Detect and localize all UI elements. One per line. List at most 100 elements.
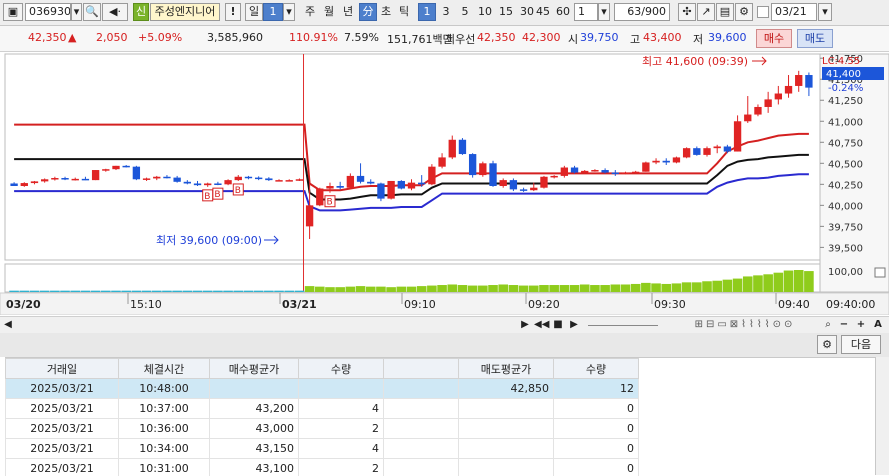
change-percent: +5.09% (138, 31, 182, 44)
volume-bar (203, 291, 213, 292)
zoom-in-icon[interactable]: + (855, 318, 867, 331)
alert-button[interactable]: ! (225, 3, 241, 21)
code-dropdown-icon[interactable]: ▾ (71, 3, 82, 21)
volume-bar (386, 287, 396, 292)
table-cell: 43,100 (210, 459, 299, 476)
table-row[interactable]: 2025/03/2110:36:0043,00020 (6, 419, 639, 439)
play-icon[interactable]: ▶ (568, 318, 580, 331)
zoom-search-icon[interactable]: ⌕ (822, 318, 834, 331)
zoom-tools-icon[interactable]: ⊞⊟▭⊠⌇⌇⌇⌇⊙⊙ (665, 318, 825, 331)
col-sell-avg[interactable]: 매도평균가 (459, 359, 554, 379)
candle-body (500, 180, 507, 186)
table-cell: 2025/03/21 (6, 459, 119, 476)
best-bid-price: 42,300 (522, 31, 561, 44)
candle-body (489, 163, 496, 186)
chart-toolbar: ▣ 036930 ▾ 🔍 ◀· 신 주성엔지니어 ! 일 1 ▾ 주 월 년 分… (0, 0, 889, 26)
tab-month[interactable]: 월 (320, 3, 338, 21)
volume-bar (488, 285, 498, 292)
time-axis-label: 09:40 (778, 298, 810, 311)
draw-tool-icon[interactable]: ↗ (697, 3, 715, 21)
zoom-slider[interactable] (588, 318, 658, 326)
time-axis-label: 03/21 (282, 298, 317, 311)
table-cell: 10:37:00 (119, 399, 210, 419)
volume-bar (712, 281, 722, 292)
col-trade-date[interactable]: 거래일 (6, 359, 119, 379)
table-cell (384, 399, 459, 419)
sound-icon[interactable]: ◀· (102, 3, 128, 21)
sell-button[interactable]: 매도 (797, 29, 833, 48)
volume-bar (244, 291, 254, 292)
trades-vertical-scrollbar[interactable] (875, 357, 889, 475)
candle-body (10, 183, 17, 186)
stock-code-input[interactable]: 036930 (25, 3, 71, 21)
col-sell-qty[interactable]: 수량 (554, 359, 639, 379)
chart-scrollbar[interactable]: ◀ ▶ ◀◀ ■ ▶ ⊞⊟▭⊠⌇⌇⌇⌇⊙⊙ ⌕ − + A (0, 316, 889, 334)
col-buy-avg[interactable]: 매수평균가 (210, 359, 299, 379)
table-row[interactable]: 2025/03/2110:34:0043,15040 (6, 439, 639, 459)
save-icon[interactable]: ▤ (716, 3, 734, 21)
tab-week[interactable]: 주 (301, 3, 319, 21)
custom-interval-input[interactable]: 1 (574, 3, 598, 21)
tab-minute[interactable]: 分 (359, 3, 377, 21)
candle-body (112, 166, 119, 169)
table-row[interactable]: 2025/03/2110:48:0042,85012 (6, 379, 639, 399)
interval-45-button[interactable]: 45 (533, 3, 553, 21)
page-counter-field[interactable]: 63/900 (614, 3, 670, 21)
scroll-left-icon[interactable]: ◀ (3, 318, 13, 331)
period-value-field[interactable]: 1 (263, 3, 283, 21)
volume-bar (19, 291, 29, 292)
period-day-button[interactable]: 일 (245, 3, 263, 21)
interval-1-button[interactable]: 1 (418, 3, 436, 21)
zoom-out-icon[interactable]: − (838, 318, 850, 331)
calendar-icon[interactable]: ▾ (818, 3, 832, 21)
settings-icon[interactable]: ⚙ (735, 3, 753, 21)
date-checkbox[interactable] (757, 6, 769, 18)
table-row[interactable]: 2025/03/2110:37:0043,20040 (6, 399, 639, 419)
candle-body (82, 179, 89, 181)
candle-body (530, 188, 537, 191)
period-dropdown-icon[interactable]: ▾ (283, 3, 295, 21)
candle-body (224, 180, 231, 184)
candle-body (693, 148, 700, 155)
volume-bar (101, 291, 111, 292)
panel-settings-icon[interactable]: ⚙ (817, 335, 837, 354)
volume-bar (274, 291, 284, 292)
candle-body (438, 157, 445, 166)
stop-icon[interactable]: ■ (552, 318, 564, 331)
crosshair-icon[interactable]: ✣ (678, 3, 696, 21)
layout-icon[interactable]: ▣ (3, 3, 23, 21)
candle-body (92, 170, 99, 180)
tab-second[interactable]: 초 (378, 3, 394, 21)
volume-bar (162, 291, 172, 292)
col-exec-time[interactable]: 체결시간 (119, 359, 210, 379)
interval-15-button[interactable]: 15 (496, 3, 516, 21)
col-buy-qty[interactable]: 수량 (299, 359, 384, 379)
interval-3-button[interactable]: 3 (437, 3, 455, 21)
interval-60-button[interactable]: 60 (553, 3, 573, 21)
volume-bar (264, 291, 274, 292)
volume-bar (784, 271, 794, 292)
font-size-icon[interactable]: A (872, 318, 884, 331)
current-price: 42,350 (28, 31, 67, 44)
tab-tick[interactable]: 틱 (395, 3, 413, 21)
next-button[interactable]: 다음 (841, 335, 881, 354)
search-icon[interactable]: 🔍 (83, 3, 101, 21)
custom-interval-dropdown-icon[interactable]: ▾ (598, 3, 610, 21)
scroll-right-icon[interactable]: ▶ (520, 318, 530, 331)
current-price-label: 41,400 (826, 69, 861, 80)
price-chart[interactable]: 41,75041,50041,25041,00040,75040,50040,2… (0, 52, 889, 315)
high-label: 고 (630, 31, 640, 47)
rewind-icon[interactable]: ◀◀ (534, 318, 548, 331)
tab-year[interactable]: 년 (339, 3, 357, 21)
candle-body (357, 176, 364, 182)
interval-5-button[interactable]: 5 (456, 3, 474, 21)
volume-bar (60, 291, 70, 292)
buy-button[interactable]: 매수 (756, 29, 792, 48)
volume-bar (651, 283, 661, 292)
volume-axis-label: 100,00 (828, 267, 863, 278)
volume-bar (50, 291, 60, 292)
table-row[interactable]: 2025/03/2110:31:0043,10020 (6, 459, 639, 476)
table-cell: 2025/03/21 (6, 439, 119, 459)
interval-10-button[interactable]: 10 (475, 3, 495, 21)
date-input[interactable]: 03/21 (771, 3, 817, 21)
